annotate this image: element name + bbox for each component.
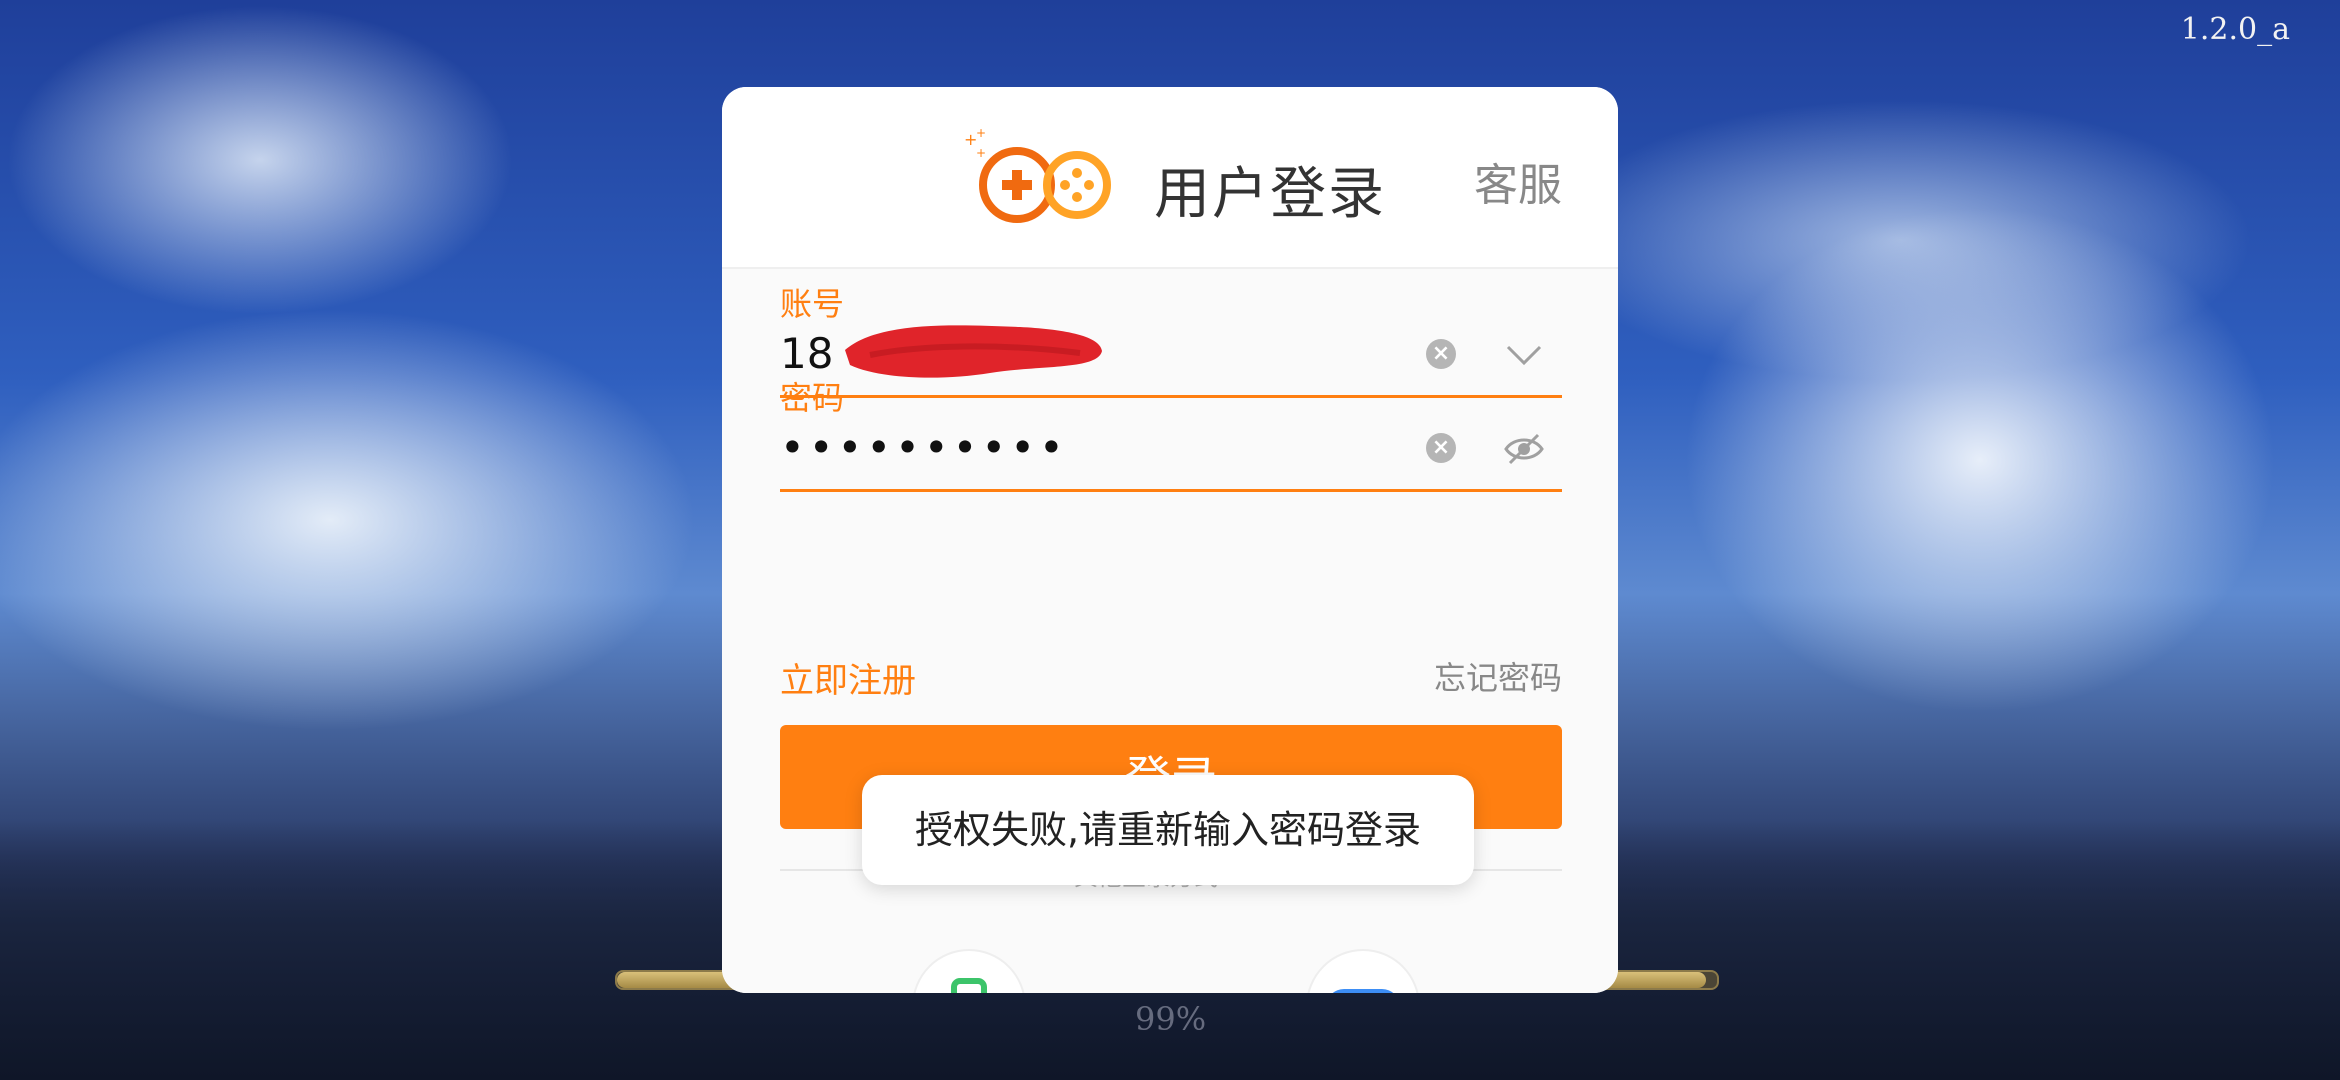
gamepad-login-button[interactable] bbox=[1306, 949, 1420, 993]
error-toast: 授权失败,请重新输入密码登录 bbox=[862, 775, 1474, 885]
account-field[interactable]: 18 × bbox=[780, 315, 1562, 398]
svg-text:+: + bbox=[976, 146, 986, 160]
gamepad-icon bbox=[1332, 989, 1394, 993]
password-value: •••••••••• bbox=[780, 423, 1068, 472]
customer-service-button[interactable]: 客服 bbox=[1474, 149, 1562, 213]
svg-text:+: + bbox=[976, 127, 986, 140]
version-label: 1.2.0_a bbox=[2180, 12, 2290, 47]
account-value: 18 bbox=[780, 329, 834, 378]
phone-login-button[interactable] bbox=[912, 949, 1026, 993]
gamepad-logo-icon: + + + bbox=[964, 127, 1111, 223]
loading-percent: 99% bbox=[1135, 1000, 1207, 1038]
redaction-scribble bbox=[845, 325, 1102, 378]
password-field[interactable]: •••••••••• × bbox=[780, 409, 1562, 492]
chevron-down-icon[interactable] bbox=[1504, 335, 1544, 375]
register-link[interactable]: 立即注册 bbox=[780, 653, 916, 702]
phone-icon bbox=[951, 978, 987, 993]
account-clear-button[interactable]: × bbox=[1426, 339, 1456, 369]
dialog-header: + + + 用户登录 客服 bbox=[722, 87, 1618, 269]
forgot-password-link[interactable]: 忘记密码 bbox=[1434, 653, 1562, 699]
dialog-title: 用户登录 bbox=[1154, 162, 1386, 227]
eye-hidden-icon[interactable] bbox=[1504, 431, 1544, 467]
password-clear-button[interactable]: × bbox=[1426, 433, 1456, 463]
